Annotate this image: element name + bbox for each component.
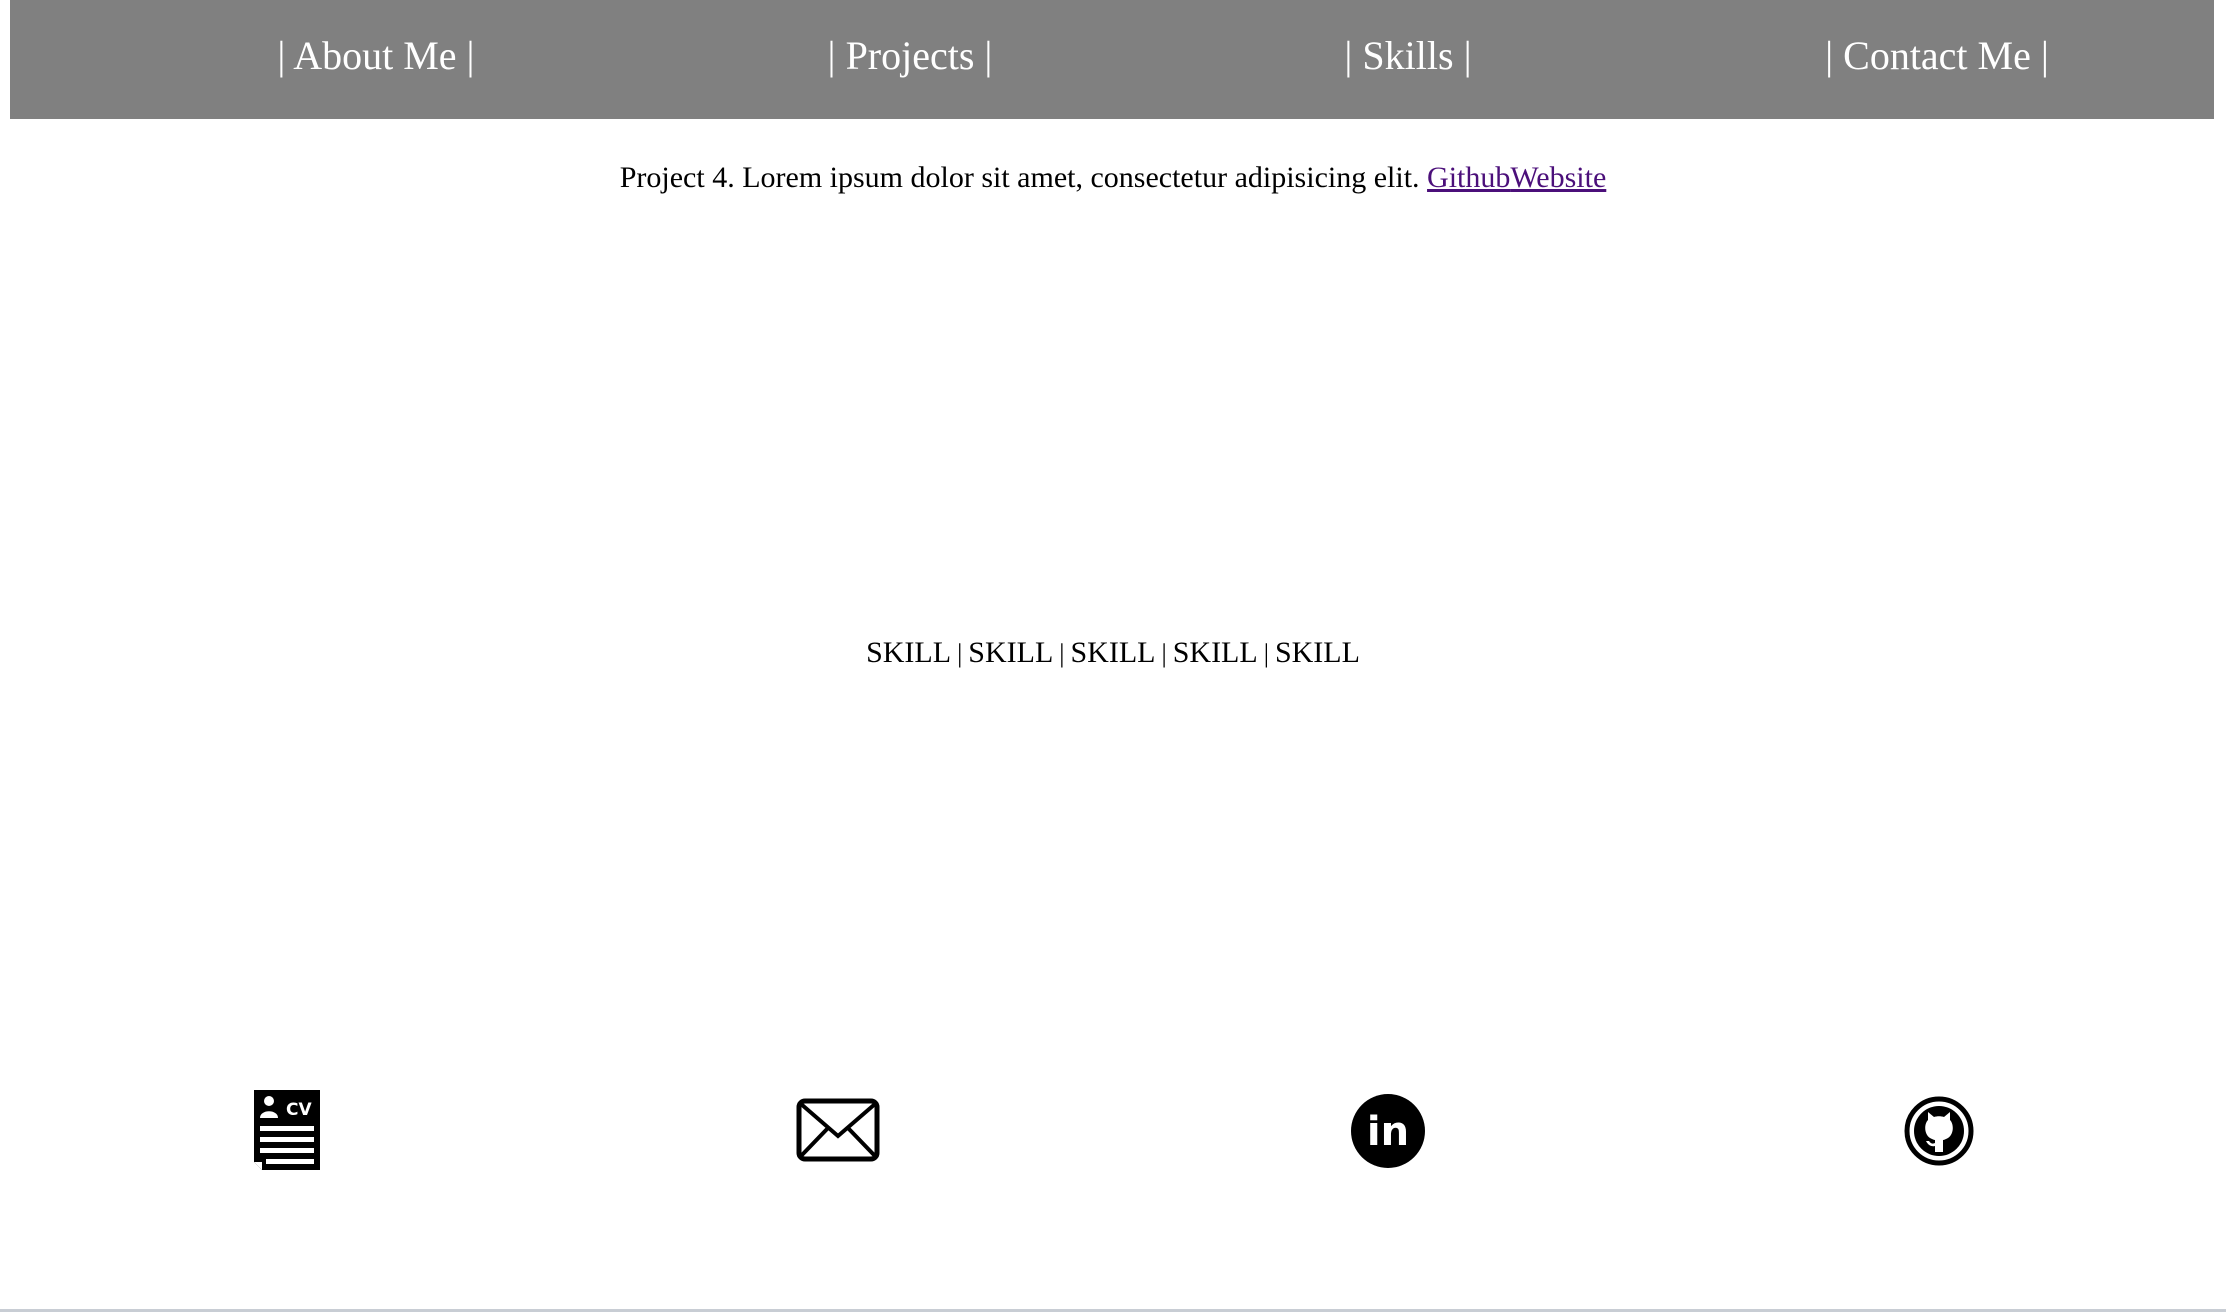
skill-item: SKILL [1070, 636, 1156, 669]
skills-list: SKILL | SKILL | SKILL | SKILL | SKILL [0, 630, 2226, 677]
skill-item: SKILL [1172, 636, 1258, 669]
mail-envelope-icon[interactable] [796, 1098, 880, 1162]
project-text: Project 4. Lorem ipsum dolor sit amet, c… [619, 161, 1420, 194]
cv-icon-label: CV [286, 1100, 312, 1120]
skill-separator: | [1263, 639, 1269, 668]
portfolio-page: | About Me | | Projects | | Skills | | C… [0, 0, 2226, 1312]
skill-separator: | [1059, 639, 1065, 668]
skill-item: SKILL [1274, 636, 1360, 669]
nav-link-about-me[interactable]: | About Me | [277, 0, 474, 112]
skill-separator: | [957, 639, 963, 668]
cv-document-icon[interactable]: CV [252, 1088, 322, 1172]
nav-link-skills[interactable]: | Skills | [1344, 0, 1471, 112]
github-icon[interactable] [1904, 1096, 1974, 1166]
skill-item: SKILL [968, 636, 1054, 669]
project-github-link[interactable]: Github [1427, 161, 1510, 194]
project-website-link[interactable]: Website [1510, 161, 1606, 194]
skill-item: SKILL [866, 636, 952, 669]
linkedin-icon-label: in [1367, 1109, 1409, 1155]
nav-link-contact-me[interactable]: | Contact Me | [1825, 0, 2049, 112]
nav-link-projects[interactable]: | Projects | [828, 0, 993, 112]
project-description: Project 4. Lorem ipsum dolor sit amet, c… [0, 155, 2226, 201]
skill-separator: | [1161, 639, 1167, 668]
linkedin-icon[interactable]: in [1350, 1093, 1426, 1169]
top-navigation-bar: | About Me | | Projects | | Skills | | C… [10, 0, 2214, 119]
